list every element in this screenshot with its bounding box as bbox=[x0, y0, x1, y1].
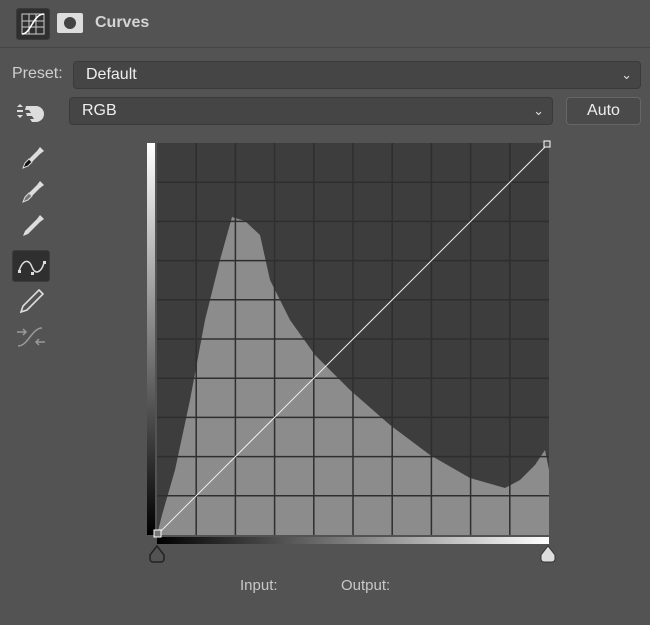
input-gradient-bar bbox=[157, 537, 549, 544]
white-point-handle[interactable] bbox=[543, 140, 551, 148]
target-adjust-hand-icon bbox=[17, 104, 44, 122]
smooth-curve-tool[interactable] bbox=[12, 322, 50, 354]
black-point-eyedropper[interactable] bbox=[12, 143, 50, 175]
preset-value: Default bbox=[86, 66, 137, 83]
pencil-tool[interactable] bbox=[12, 286, 50, 318]
chevron-down-icon: ⌄ bbox=[621, 67, 632, 82]
curves-adjustment-button[interactable] bbox=[16, 8, 50, 40]
preset-select[interactable]: Default ⌄ bbox=[73, 61, 641, 89]
output-label: Output: bbox=[341, 577, 391, 594]
divider bbox=[0, 47, 650, 48]
curve-point-icon bbox=[18, 260, 46, 275]
black-point-handle[interactable] bbox=[153, 529, 162, 538]
chevron-down-icon: ⌄ bbox=[533, 103, 544, 118]
auto-button[interactable]: Auto bbox=[566, 97, 641, 125]
white-point-eyedropper-icon bbox=[23, 215, 44, 236]
pencil-icon bbox=[19, 288, 45, 314]
input-label: Input: bbox=[240, 577, 278, 594]
curves-adjustment-icon bbox=[21, 13, 45, 35]
white-input-slider[interactable] bbox=[540, 545, 556, 563]
panel-title: Curves bbox=[95, 14, 150, 31]
preset-label: Preset: bbox=[12, 65, 63, 82]
curve-point-tool[interactable] bbox=[12, 250, 50, 282]
channel-select[interactable]: RGB ⌄ bbox=[69, 97, 553, 125]
gray-point-eyedropper[interactable] bbox=[12, 177, 50, 209]
smooth-curve-icon bbox=[17, 327, 45, 347]
channel-value: RGB bbox=[82, 102, 117, 119]
black-point-eyedropper-icon bbox=[22, 147, 44, 169]
curves-graph[interactable] bbox=[140, 135, 570, 575]
layer-mask-icon[interactable] bbox=[57, 13, 83, 33]
output-gradient-bar bbox=[147, 143, 155, 535]
target-adjust-tool[interactable] bbox=[12, 95, 50, 127]
gray-point-eyedropper-icon bbox=[22, 181, 44, 203]
white-point-eyedropper[interactable] bbox=[12, 211, 50, 243]
black-input-slider[interactable] bbox=[149, 544, 165, 563]
